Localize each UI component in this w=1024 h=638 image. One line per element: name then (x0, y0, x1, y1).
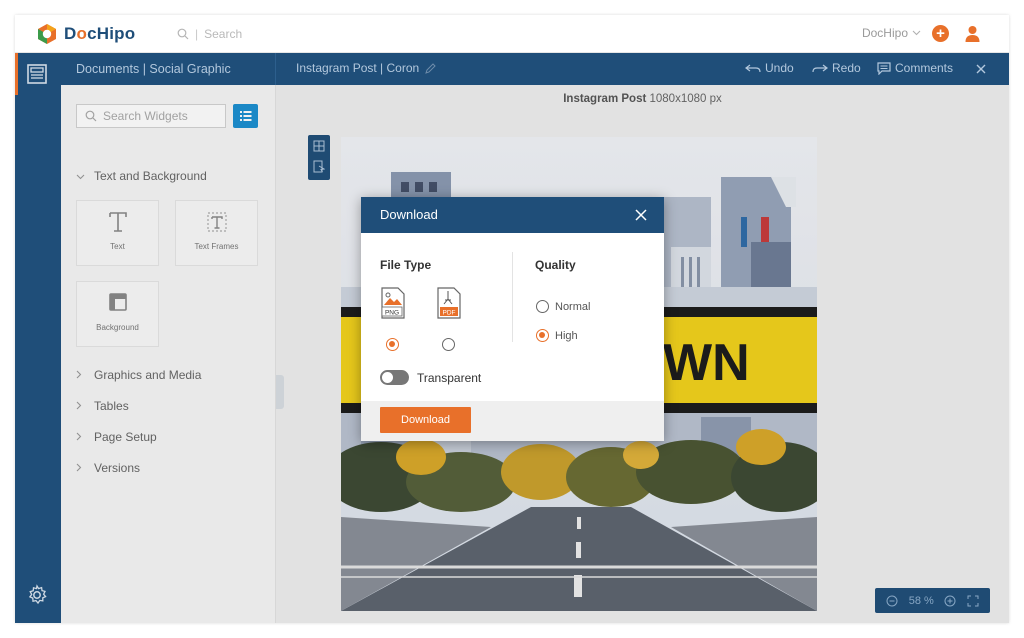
document-name[interactable]: Instagram Post | Coron (296, 61, 436, 75)
quality-high-radio[interactable] (536, 329, 549, 342)
chevron-down-icon (912, 30, 921, 36)
quality-normal-label[interactable]: Normal (555, 301, 590, 313)
section-versions[interactable]: Versions (76, 461, 140, 475)
redo-label: Redo (832, 61, 861, 75)
transparent-toggle[interactable] (380, 370, 409, 385)
plus-icon: + (936, 25, 945, 42)
canvas-type: Instagram Post (563, 93, 647, 105)
search-icon (85, 110, 97, 122)
chevron-right-icon (76, 461, 86, 475)
text-frame-icon (176, 211, 257, 236)
zoom-readout: 58 % (909, 595, 934, 607)
png-tag: PNG (385, 310, 399, 317)
png-radio[interactable] (386, 338, 399, 351)
document-name-text: Instagram Post | Coron (296, 61, 420, 75)
quality-label: Quality (535, 258, 576, 272)
chevron-right-icon (76, 430, 86, 444)
rail-active-indicator (15, 53, 18, 95)
zoom-in-icon[interactable] (944, 595, 956, 607)
redo-icon (812, 64, 828, 72)
undo-label: Undo (765, 61, 794, 75)
section-graphics-and-media[interactable]: Graphics and Media (76, 368, 201, 382)
png-file-icon[interactable]: PNG (380, 287, 406, 319)
comments-button[interactable]: Comments (877, 61, 953, 75)
search-icon (177, 28, 189, 40)
zoom-value: 58 (908, 594, 921, 607)
zoom-control: 58 % (875, 588, 990, 613)
chevron-right-icon (76, 368, 86, 382)
file-type-label: File Type (380, 258, 432, 272)
background-icon (77, 292, 158, 315)
dialog-title: Download (361, 197, 664, 233)
pdf-file-icon[interactable]: PDF (436, 287, 462, 319)
close-icon[interactable] (633, 207, 649, 223)
pdf-radio[interactable] (442, 338, 455, 351)
canvas-title: Instagram Post 1080x1080 px (276, 93, 1009, 105)
close-icon[interactable] (976, 64, 986, 74)
section-label: Tables (94, 399, 129, 413)
widget-search-input[interactable]: Search Widgets (76, 104, 226, 128)
widget-search-placeholder: Search Widgets (103, 109, 188, 123)
section-label: Graphics and Media (94, 368, 202, 382)
fullscreen-icon[interactable] (967, 595, 979, 607)
widget-tile-text[interactable]: Text (76, 200, 159, 266)
zoom-unit: % (924, 594, 934, 607)
dialog-footer: Download (361, 401, 664, 441)
top-search-placeholder: Search (204, 27, 243, 41)
undo-button[interactable]: Undo (745, 61, 794, 75)
section-text-and-background[interactable]: Text and Background (76, 169, 207, 183)
page-copy-icon[interactable] (313, 160, 325, 173)
pencil-icon[interactable] (425, 62, 436, 74)
chevron-down-icon (76, 169, 86, 183)
document-icon[interactable] (26, 63, 48, 85)
quality-high-label[interactable]: High (555, 330, 578, 342)
undo-icon (745, 64, 761, 72)
comments-label: Comments (895, 61, 954, 75)
top-search[interactable]: | Search (177, 25, 242, 43)
transparent-label: Transparent (417, 371, 482, 385)
redo-button[interactable]: Redo (812, 61, 861, 75)
list-icon (240, 111, 252, 121)
section-label: Text and Background (94, 169, 207, 183)
text-icon (77, 211, 158, 236)
widgets-panel: Search Widgets Text and Background Text … (61, 85, 276, 623)
create-new-button[interactable]: + (932, 25, 949, 42)
top-bar: DocHipo | Search DocHipo + (15, 15, 1009, 53)
editor-header: Instagram Post | Coron Undo Redo Comment… (276, 53, 1009, 85)
panel-collapse-handle[interactable] (276, 375, 284, 409)
chevron-right-icon (76, 399, 86, 413)
tile-label: Background (96, 323, 139, 332)
comment-icon (877, 61, 891, 75)
canvas-tools (308, 135, 330, 180)
list-view-button[interactable] (233, 104, 258, 128)
tile-label: Text (110, 242, 125, 251)
logo-mark-icon (38, 24, 56, 44)
logo-rest: cHipo (87, 24, 136, 43)
account-menu[interactable]: DocHipo (862, 26, 921, 40)
section-label: Page Setup (94, 430, 157, 444)
settings-gear-icon[interactable] (26, 584, 48, 606)
column-divider (512, 252, 513, 342)
zoom-out-icon[interactable] (886, 595, 898, 607)
account-name: DocHipo (861, 26, 908, 40)
logo-text: DocHipo (64, 24, 136, 43)
widget-tile-background[interactable]: Background (76, 281, 159, 347)
widget-tile-text-frames[interactable]: Text Frames (175, 200, 258, 266)
section-page-setup[interactable]: Page Setup (76, 430, 157, 444)
artwork-text: WN (663, 334, 750, 392)
icon-rail (15, 53, 61, 623)
tile-label: Text Frames (194, 242, 239, 251)
section-tables[interactable]: Tables (76, 399, 129, 413)
app-window: DocHipo | Search DocHipo + Documents | S… (15, 15, 1009, 623)
grid-icon[interactable] (313, 140, 325, 152)
canvas-size: 1080x1080 px (649, 93, 722, 105)
section-label: Versions (94, 461, 141, 475)
download-button[interactable]: Download (380, 407, 471, 433)
panel-breadcrumb[interactable]: Documents | Social Graphic (61, 53, 276, 85)
quality-normal-radio[interactable] (536, 300, 549, 313)
download-dialog: Download File Type PNG PDF Quality Norma… (361, 197, 664, 441)
pdf-tag: PDF (443, 310, 456, 317)
user-icon[interactable] (964, 24, 981, 43)
